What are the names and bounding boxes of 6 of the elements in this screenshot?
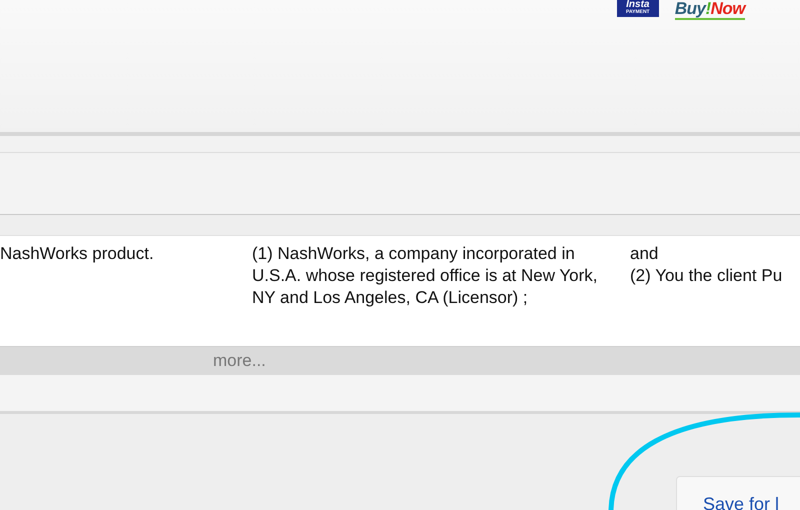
buy-now-logo[interactable]: Buy!Now xyxy=(674,0,745,20)
save-button[interactable]: Save for l xyxy=(676,476,800,510)
table-cell-text: (1) NashWorks, a company incorporated in U.S.A. whose registered office is at New York, NY and Los Angeles, CA (Licensor) ; xyxy=(252,243,599,309)
table-cell-text: NashWorks product. xyxy=(0,243,155,265)
table-cell-text: (2) You the client Pu xyxy=(630,265,784,287)
table-cell-text: and xyxy=(630,243,660,265)
